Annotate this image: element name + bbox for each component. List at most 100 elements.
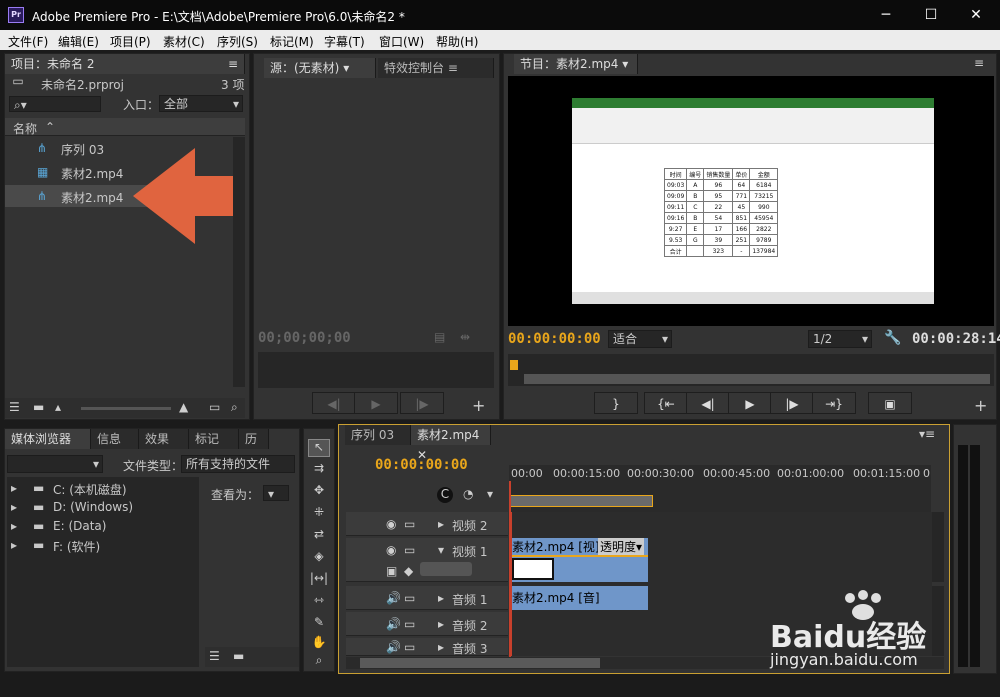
export-frame-button[interactable]: ▣: [868, 392, 912, 414]
resolution-select[interactable]: 1/2 ▾: [808, 330, 872, 348]
column-header[interactable]: 名称 ⌃: [5, 118, 245, 136]
add-button-icon[interactable]: +: [974, 396, 987, 415]
zoom-out-icon[interactable]: ▴: [55, 400, 61, 414]
rolling-edit-tool-icon[interactable]: ⁜: [308, 505, 330, 519]
expand-icon[interactable]: ▾: [438, 543, 444, 557]
tab-markers[interactable]: 标记: [189, 429, 239, 449]
collapse-icon[interactable]: ▸: [438, 617, 444, 631]
view-as-select[interactable]: ▾: [263, 485, 289, 501]
display-style-icon[interactable]: ▣: [386, 564, 397, 578]
menu-project[interactable]: 项目(P): [110, 33, 151, 50]
tab-source[interactable]: 源：(无素材) ▾: [264, 58, 376, 78]
icon-view-icon[interactable]: ▬: [233, 649, 244, 663]
zoom-scrollbar[interactable]: [524, 374, 990, 384]
video-scrollbar[interactable]: [932, 512, 944, 582]
list-item[interactable]: ▸ ▬ E: (Data): [11, 519, 191, 537]
scroll-thumb[interactable]: [360, 658, 600, 668]
snap-icon[interactable]: C: [437, 487, 453, 503]
go-to-in-button[interactable]: {⇤: [644, 392, 688, 414]
search-icon[interactable]: ⌕: [231, 400, 238, 415]
collapse-icon[interactable]: ▸: [438, 640, 444, 654]
timeline-timecode[interactable]: 00:00:00:00: [375, 457, 468, 473]
tab-history[interactable]: 历: [239, 429, 269, 449]
list-item[interactable]: ▸ ▬ C: (本机磁盘): [11, 481, 191, 499]
list-view-icon[interactable]: ☰: [9, 400, 20, 414]
mark-out-button[interactable]: }: [594, 392, 638, 414]
menu-file[interactable]: 文件(F): [8, 33, 48, 50]
wrench-icon[interactable]: 🔧: [884, 330, 901, 346]
ripple-edit-tool-icon[interactable]: ✥: [308, 483, 330, 497]
lock-icon[interactable]: ▭: [404, 517, 415, 531]
clip-icon[interactable]: ▤: [434, 330, 445, 344]
step-forward-button[interactable]: |▶: [400, 392, 444, 414]
go-to-out-button[interactable]: ⇥}: [812, 392, 856, 414]
icon-view-icon[interactable]: ▬: [33, 400, 44, 414]
playhead-icon[interactable]: [510, 360, 518, 370]
menu-title[interactable]: 字幕(T): [324, 33, 365, 50]
eye-icon[interactable]: ◉: [386, 543, 396, 557]
play-button[interactable]: ▶: [354, 392, 398, 414]
panel-menu-icon[interactable]: ≡: [228, 54, 238, 74]
menu-window[interactable]: 窗口(W): [379, 33, 424, 50]
tab-info[interactable]: 信息: [91, 429, 139, 449]
timeline-ruler[interactable]: 00:00 00:00:15:00 00:00:30:00 00:00:45:0…: [509, 465, 931, 513]
step-back-button[interactable]: ◀|: [312, 392, 356, 414]
opacity-line[interactable]: [510, 555, 648, 557]
speaker-icon[interactable]: 🔊: [386, 617, 401, 631]
menu-sequence[interactable]: 序列(S): [217, 33, 258, 50]
list-item[interactable]: ▸ ▬ F: (软件): [11, 538, 191, 556]
program-time-ruler[interactable]: [508, 354, 994, 386]
menu-marker[interactable]: 标记(M): [270, 33, 314, 50]
keyframe-nav[interactable]: [420, 562, 472, 576]
vertical-scrollbar[interactable]: [233, 137, 245, 387]
entry-select[interactable]: 全部 ▾: [159, 95, 243, 112]
selection-tool-icon[interactable]: ↖: [308, 439, 330, 457]
tab-sequence[interactable]: 序列 03: [345, 425, 411, 445]
hand-tool-icon[interactable]: ✋: [308, 635, 330, 649]
razor-tool-icon[interactable]: ◈: [308, 549, 330, 563]
zoom-in-icon[interactable]: ▲: [179, 400, 188, 414]
speaker-icon[interactable]: 🔊: [386, 640, 401, 654]
slide-tool-icon[interactable]: ⇿: [308, 593, 330, 607]
panel-menu-icon[interactable]: ≡: [974, 56, 984, 70]
program-timecode-current[interactable]: 00:00:00:00: [508, 331, 601, 347]
zoom-tool-icon[interactable]: ⌕: [308, 653, 330, 668]
tab-program[interactable]: 节目：素材2.mp4 ▾: [514, 54, 638, 74]
fit-select[interactable]: 适合 ▾: [608, 330, 672, 348]
marker-icon[interactable]: ▾: [487, 487, 493, 501]
search-input[interactable]: ⌕▾: [9, 96, 101, 112]
panel-menu-icon[interactable]: ▾≡: [919, 427, 935, 441]
tab-effect-controls[interactable]: 特效控制台 ≡: [378, 58, 494, 78]
collapse-icon[interactable]: ▸: [438, 591, 444, 605]
step-forward-button[interactable]: |▶: [770, 392, 814, 414]
menu-edit[interactable]: 编辑(E): [58, 33, 99, 50]
sort-ascending-icon[interactable]: ⌃: [45, 120, 55, 134]
menu-clip[interactable]: 素材(C): [163, 33, 205, 50]
speaker-icon[interactable]: 🔊: [386, 591, 401, 605]
list-view-icon[interactable]: ☰: [209, 649, 220, 663]
tab-project[interactable]: 项目：未命名 2 ≡: [5, 54, 245, 74]
minimize-button[interactable]: ─: [876, 5, 896, 25]
maximize-button[interactable]: ☐: [921, 5, 941, 25]
slip-tool-icon[interactable]: |↔|: [308, 571, 330, 585]
opacity-dropdown[interactable]: 透明度▾: [598, 538, 645, 555]
collapse-icon[interactable]: ▸: [438, 517, 444, 531]
audio-clip[interactable]: 素材2.mp4 [音]: [510, 586, 648, 610]
work-area-bar[interactable]: [509, 495, 653, 507]
pen-tool-icon[interactable]: ✎: [308, 615, 330, 629]
rate-stretch-tool-icon[interactable]: ⇄: [308, 527, 330, 541]
track-select-tool-icon[interactable]: ⇉: [308, 461, 330, 475]
lock-icon[interactable]: ▭: [404, 640, 415, 654]
play-button[interactable]: ▶: [728, 392, 772, 414]
file-type-select[interactable]: 所有支持的文件: [181, 455, 295, 473]
close-button[interactable]: ✕: [966, 5, 986, 25]
video-clip[interactable]: 素材2.mp4 [视] 透明度▾: [510, 538, 648, 582]
location-select[interactable]: ▾: [7, 455, 103, 473]
zoom-slider[interactable]: [81, 407, 171, 410]
lock-icon[interactable]: ▭: [404, 617, 415, 631]
lock-icon[interactable]: ▭: [404, 543, 415, 557]
tab-clip-timeline[interactable]: 素材2.mp4 ✕: [411, 425, 491, 462]
folder-icon[interactable]: ▭: [209, 400, 220, 414]
add-button-icon[interactable]: +: [472, 396, 485, 415]
tab-media-browser[interactable]: 媒体浏览器: [5, 429, 91, 449]
